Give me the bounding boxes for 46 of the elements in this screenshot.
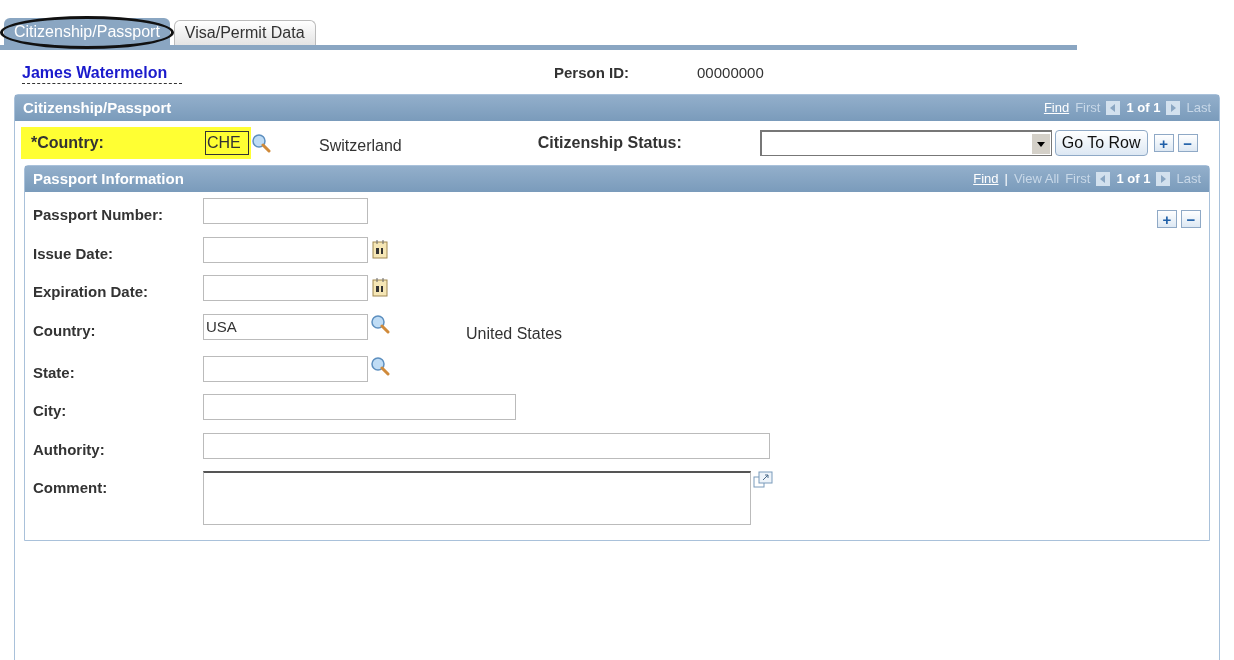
comment-field[interactable]: [203, 471, 751, 525]
country-description: United States: [466, 323, 563, 344]
delete-row-button[interactable]: −: [1177, 134, 1198, 152]
go-to-row-button[interactable]: Go To Row: [1054, 130, 1148, 156]
search-icon[interactable]: [370, 313, 390, 334]
person-id-label: Person ID:: [554, 62, 629, 83]
calendar-icon[interactable]: [372, 277, 388, 297]
citizenship-status-label: Citizenship Status:: [537, 133, 683, 153]
input-field[interactable]: [203, 355, 368, 382]
previous-icon[interactable]: [1096, 172, 1111, 186]
search-icon[interactable]: [370, 355, 390, 376]
country-description: Switzerland: [319, 136, 402, 156]
input-field[interactable]: [203, 275, 368, 301]
field-label: Expiration Date:: [33, 282, 150, 302]
calendar-icon[interactable]: [372, 238, 388, 259]
expand-icon[interactable]: [753, 471, 773, 489]
input-field[interactable]: USA: [203, 313, 368, 340]
citizenship-status-dropdown[interactable]: [759, 130, 1052, 156]
field-label: Comment:: [33, 478, 109, 498]
add-row-button[interactable]: +: [1157, 210, 1177, 228]
section-title: Citizenship/Passport: [23, 97, 172, 118]
previous-icon[interactable]: [1106, 101, 1121, 115]
country-field[interactable]: CHE: [205, 131, 249, 155]
field-label: City:: [33, 401, 68, 421]
input-field[interactable]: [203, 394, 516, 420]
row-count: 1 of 1: [1116, 170, 1151, 189]
input-field[interactable]: [203, 198, 368, 224]
country-label: *Country:: [31, 133, 105, 153]
person-name-link[interactable]: James Watermelon: [22, 62, 182, 84]
next-icon[interactable]: [1156, 172, 1171, 186]
section-title: Passport Information: [33, 168, 184, 189]
person-id-value: 00000000: [697, 62, 764, 83]
field-label: Passport Number:: [33, 205, 165, 225]
field-label: Country:: [33, 320, 97, 341]
tab[interactable]: Visa/Permit Data: [173, 20, 316, 45]
input-field[interactable]: [203, 432, 770, 459]
separator: |: [1004, 170, 1008, 189]
field-label: Issue Date:: [33, 243, 115, 264]
add-row-button[interactable]: +: [1153, 134, 1174, 152]
row-count: 1 of 1: [1126, 99, 1161, 118]
field-label: Authority:: [33, 439, 106, 460]
input-field[interactable]: [203, 236, 368, 263]
field-label: State:: [33, 362, 76, 383]
next-icon[interactable]: [1166, 101, 1181, 115]
search-icon[interactable]: [251, 133, 271, 153]
delete-row-button[interactable]: −: [1181, 210, 1201, 228]
